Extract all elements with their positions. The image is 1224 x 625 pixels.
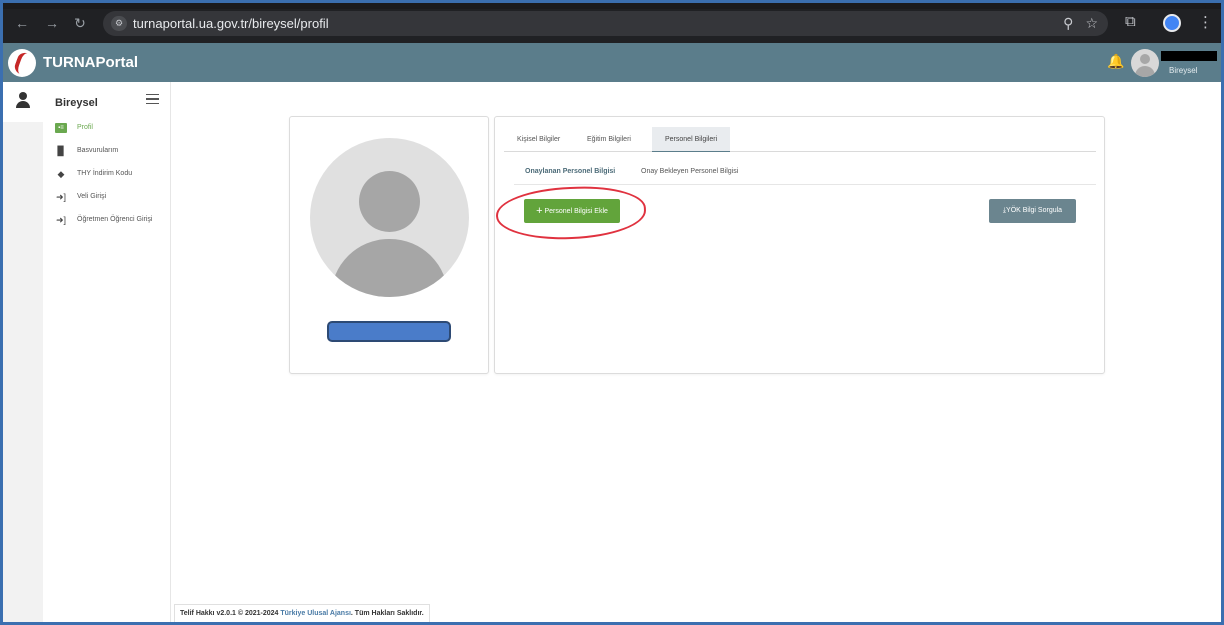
site-settings-icon[interactable]: ⚙ [111, 16, 127, 31]
back-button[interactable]: ← [13, 14, 31, 32]
reload-icon: ↻ [74, 15, 86, 31]
clipboard-icon: ▉ [57, 146, 65, 156]
sidebar-item-profil[interactable]: ▪≡ Profil [43, 119, 171, 142]
screenshot-frame: ← → ↻ ⚙ turnaportal.ua.gov.tr/bireysel/p… [0, 0, 1224, 625]
extensions-icon[interactable]: ⧉ [1125, 13, 1136, 30]
hamburger-menu-icon[interactable] [146, 94, 159, 104]
browser-menu-icon[interactable]: ⋮ [1198, 13, 1213, 31]
sign-in-icon: ➜] [55, 215, 67, 225]
footer: Telif Hakkı v2.0.1 © 2021-2024 Türkiye U… [174, 604, 430, 622]
profile-photo-card [289, 116, 489, 374]
plus-icon: + [536, 205, 543, 217]
bookmark-star-icon[interactable]: ☆ [1085, 15, 1098, 31]
add-personel-label: Personel Bilgisi Ekle [544, 208, 608, 215]
sidebar-menu: ▪≡ Profil ▉ Basvurularım ◆ THY İndirim K… [43, 119, 171, 234]
app-header: TURNAPortal 🔔 Bireysel [3, 43, 1221, 82]
browser-toolbar: ← → ↻ ⚙ turnaportal.ua.gov.tr/bireysel/p… [3, 3, 1221, 43]
sidebar-item-label: THY İndirim Kodu [77, 170, 133, 177]
tab-personel-bilgileri[interactable]: Personel Bilgileri [652, 127, 731, 152]
brand-title[interactable]: TURNAPortal [43, 54, 138, 71]
rail-item-user[interactable] [3, 82, 43, 122]
sidebar-item-thy-indirim-kodu[interactable]: ◆ THY İndirim Kodu [43, 165, 171, 188]
personel-subtabs: Onaylanan Personel Bilgisi Onay Bekleyen… [514, 161, 1096, 185]
profile-avatar [310, 138, 469, 297]
reload-button[interactable]: ↻ [71, 14, 89, 32]
yok-query-label: YÖK Bilgi Sorgula [1006, 207, 1063, 214]
redacted-profile-name [327, 321, 451, 342]
tab-kisisel-bilgiler[interactable]: Kişisel Bilgiler [504, 127, 573, 152]
footer-link[interactable]: Türkiye Ulusal Ajansı [280, 610, 351, 617]
redacted-user-name [1161, 51, 1217, 61]
user-icon [16, 92, 30, 108]
sidebar-item-basvurularim[interactable]: ▉ Basvurularım [43, 142, 171, 165]
forward-arrow-icon: → [45, 15, 59, 31]
sidebar-item-label: Veli Girişi [77, 193, 107, 200]
sidebar-item-label: Öğretmen Öğrenci Girişi [77, 216, 153, 223]
user-avatar[interactable] [1131, 49, 1159, 77]
sign-in-icon: ➜] [55, 192, 67, 202]
footer-copyright: Telif Hakkı v2.0.1 © 2021-2024 [180, 610, 281, 617]
browser-profile-icon[interactable] [1163, 14, 1181, 32]
main-content: Kişisel Bilgiler Eğitim Bilgileri Person… [171, 82, 1221, 622]
back-arrow-icon: ← [15, 15, 29, 31]
profile-tabs: Kişisel Bilgiler Eğitim Bilgileri Person… [504, 127, 1096, 152]
sidebar-item-label: Profil [77, 124, 93, 131]
subtab-onaylanan[interactable]: Onaylanan Personel Bilgisi [525, 168, 615, 175]
icon-rail [3, 82, 43, 622]
address-bar[interactable]: ⚙ turnaportal.ua.gov.tr/bireysel/profil … [103, 11, 1108, 36]
sidebar-item-veli-girisi[interactable]: ➜] Veli Girişi [43, 188, 171, 211]
yok-query-button[interactable]: ⤓YÖK Bilgi Sorgula [989, 199, 1076, 223]
notification-bell-icon[interactable]: 🔔 [1107, 53, 1124, 70]
sidebar-title: Bireysel [55, 97, 98, 109]
profile-details-card: Kişisel Bilgiler Eğitim Bilgileri Person… [494, 116, 1105, 374]
turna-logo-icon[interactable] [8, 49, 36, 77]
sidebar-item-ogretmen-ogrenci-girisi[interactable]: ➜] Öğretmen Öğrenci Girişi [43, 211, 171, 234]
tab-egitim-bilgileri[interactable]: Eğitim Bilgileri [574, 127, 644, 152]
sidebar: Bireysel ▪≡ Profil ▉ Basvurularım ◆ THY … [43, 82, 171, 622]
subtab-onay-bekleyen[interactable]: Onay Bekleyen Personel Bilgisi [641, 168, 738, 175]
footer-rights: . Tüm Hakları Saklıdır. [350, 610, 424, 617]
zoom-icon[interactable]: ⚲ [1063, 15, 1073, 31]
address-bar-actions: ⚲ ☆ [1051, 15, 1098, 32]
tab-strip [3, 3, 1221, 9]
tag-icon: ◆ [57, 169, 65, 179]
url-text[interactable]: turnaportal.ua.gov.tr/bireysel/profil [133, 16, 329, 31]
forward-button[interactable]: → [43, 14, 61, 32]
sidebar-item-label: Basvurularım [77, 147, 119, 154]
user-role-label: Bireysel [1169, 66, 1198, 75]
id-card-icon: ▪≡ [55, 123, 67, 133]
add-personel-button[interactable]: + Personel Bilgisi Ekle [524, 199, 620, 223]
